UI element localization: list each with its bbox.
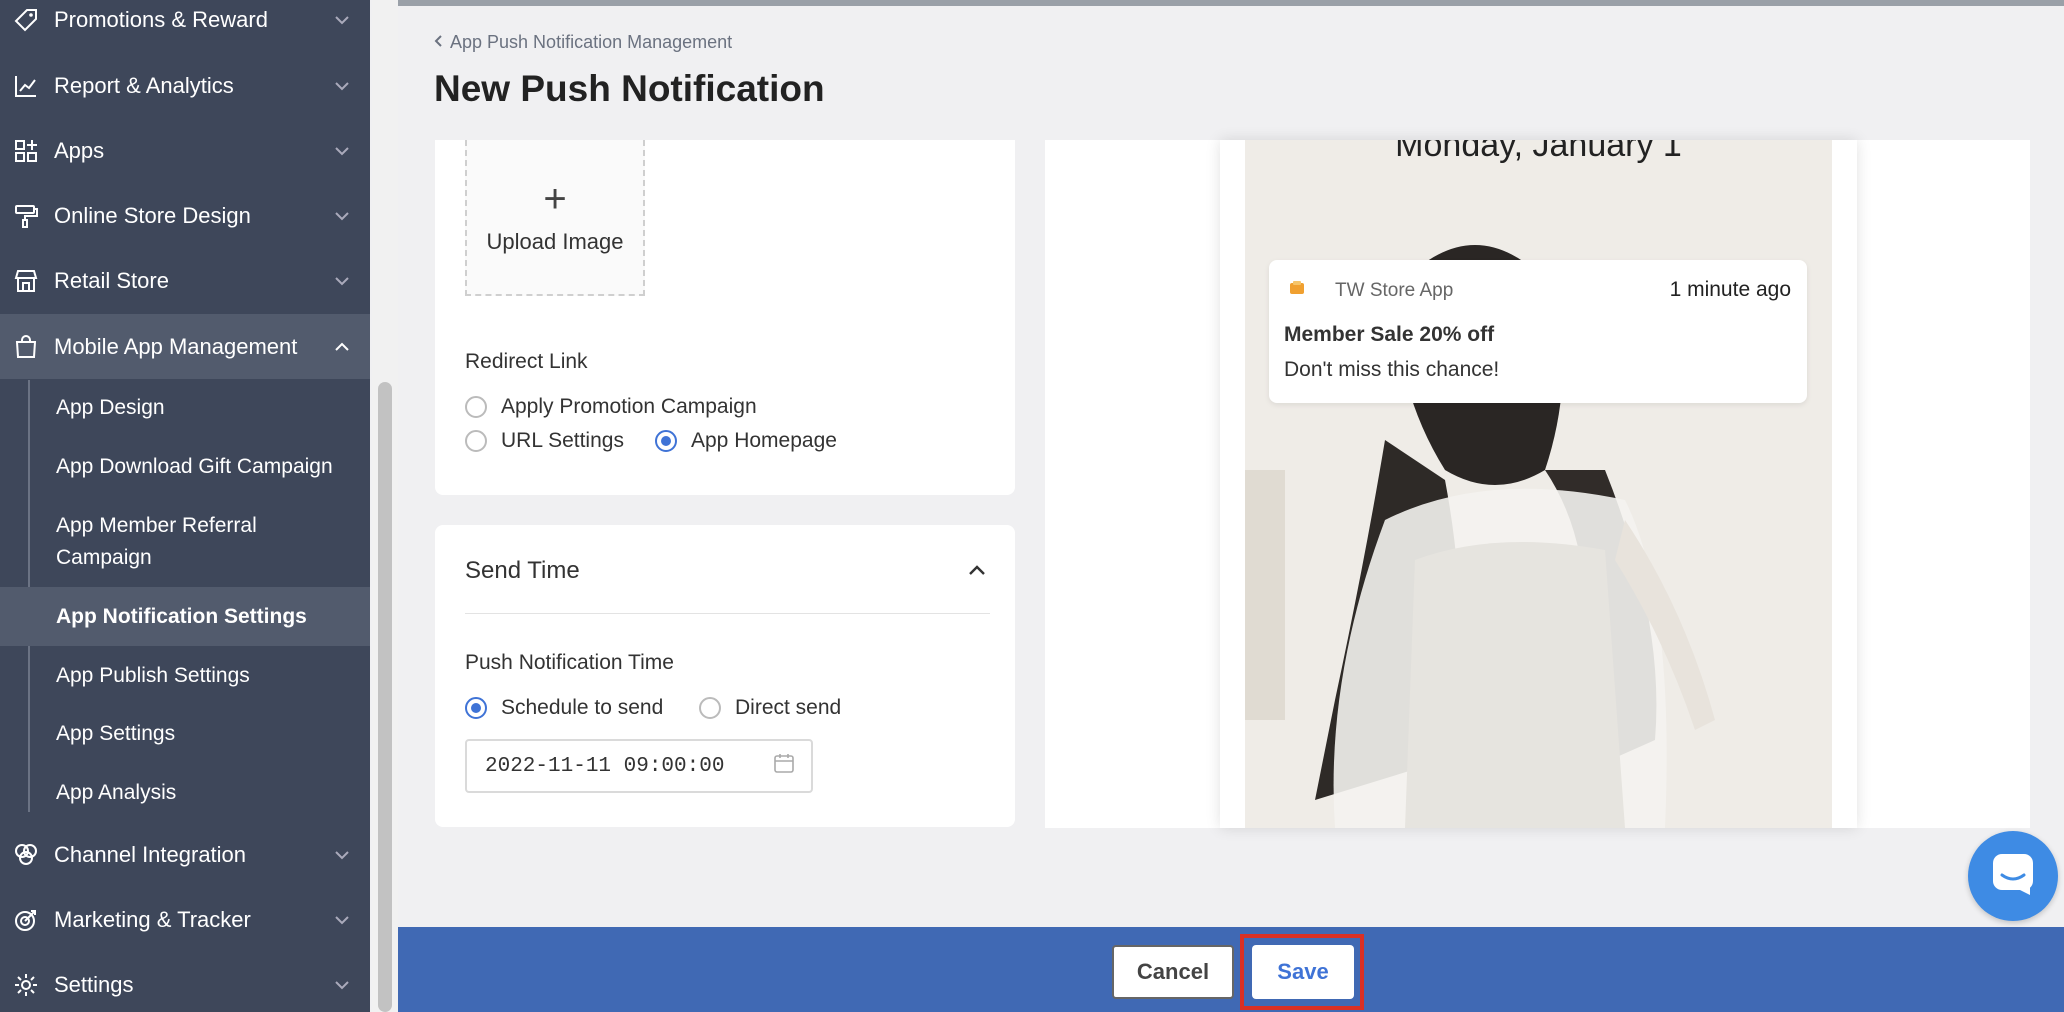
- sidebar-item-label: Online Store Design: [54, 203, 251, 228]
- push-notification-card: TW Store App 1 minute ago Member Sale 20…: [1269, 260, 1807, 403]
- sidebar-item-mobile-app-management[interactable]: Mobile App Management: [0, 314, 370, 379]
- notification-title: Member Sale 20% off: [1284, 323, 1495, 346]
- radio-label: Direct send: [735, 696, 842, 719]
- radio-label: Apply Promotion Campaign: [501, 395, 757, 418]
- sidebar-item-label: Retail Store: [54, 268, 169, 293]
- notification-app-name: TW Store App: [1335, 280, 1454, 301]
- radio-button[interactable]: [699, 697, 721, 719]
- redirect-link-label: Redirect Link: [465, 350, 588, 373]
- sidebar-subitem-app-analysis[interactable]: App Analysis: [0, 776, 370, 810]
- sidebar-subitem-campaign[interactable]: Campaign: [0, 542, 370, 574]
- breadcrumb[interactable]: App Push Notification Management: [434, 32, 732, 53]
- sidebar-item-channel-integration[interactable]: Channel Integration: [0, 823, 370, 887]
- sidebar-subitem-app-settings[interactable]: App Settings: [0, 717, 370, 751]
- datetime-input[interactable]: 2022-11-11 09:00:00: [465, 739, 813, 793]
- notification-preview-panel: Monday, January 1 TW Store App 1 minute …: [1045, 140, 2030, 828]
- radio-app-homepage[interactable]: App Homepage: [655, 429, 837, 453]
- lockscreen-date: Monday, January 1: [1395, 140, 1682, 164]
- sidebar-item-label: Marketing & Tracker: [54, 907, 251, 932]
- chat-support-button[interactable]: [1968, 831, 2058, 921]
- calendar-icon[interactable]: [773, 752, 795, 781]
- phone-mockup: Monday, January 1 TW Store App 1 minute …: [1220, 140, 1857, 828]
- radio-schedule-to-send[interactable]: Schedule to send: [465, 696, 663, 720]
- content-card: + Upload Image Redirect Link Apply Promo…: [435, 140, 1015, 495]
- divider: [465, 613, 990, 614]
- save-button[interactable]: Save: [1252, 945, 1354, 999]
- sidebar-item-label: Settings: [54, 972, 134, 997]
- sidebar-subitem-app-notification-settings[interactable]: App Notification Settings: [0, 587, 370, 646]
- chevron-down-icon: [332, 76, 352, 96]
- radio-direct-send[interactable]: Direct send: [699, 696, 841, 720]
- sidebar-item-report[interactable]: Report & Analytics: [0, 54, 370, 118]
- sidebar-item-label: Mobile App Management: [54, 333, 298, 359]
- upload-image-label: Upload Image: [486, 229, 624, 254]
- app-icon: [1289, 280, 1305, 296]
- plus-icon: +: [543, 177, 567, 221]
- apps-grid-icon: [12, 137, 40, 165]
- notification-body: Don't miss this chance!: [1284, 358, 1500, 381]
- sidebar-item-settings[interactable]: Settings: [0, 953, 370, 1012]
- upload-image-button[interactable]: + Upload Image: [465, 140, 645, 296]
- chat-icon: [1990, 851, 2036, 902]
- target-icon: [12, 906, 40, 934]
- sidebar: Promotions & Reward Report & Analytics A…: [0, 0, 370, 1012]
- datetime-value: 2022-11-11 09:00:00: [485, 754, 725, 778]
- radio-label: URL Settings: [501, 429, 624, 452]
- sidebar-item-label: Report & Analytics: [54, 73, 234, 98]
- chevron-up-icon[interactable]: [967, 563, 987, 583]
- radio-label: App Homepage: [691, 429, 837, 452]
- sidebar-item-label: Promotions & Reward: [54, 7, 268, 32]
- chevron-down-icon: [332, 271, 352, 291]
- radio-button[interactable]: [465, 396, 487, 418]
- shopping-bag-icon: [12, 333, 40, 361]
- chevron-down-icon: [332, 10, 352, 30]
- push-notification-time-label: Push Notification Time: [465, 651, 674, 674]
- chevron-left-icon: [434, 32, 444, 53]
- send-time-title: Send Time: [465, 557, 580, 584]
- chevron-down-icon: [332, 141, 352, 161]
- radio-button-selected[interactable]: [465, 697, 487, 719]
- channels-icon: [12, 841, 40, 869]
- sidebar-subitem-app-design[interactable]: App Design: [0, 391, 370, 425]
- chart-icon: [12, 72, 40, 100]
- radio-url-settings[interactable]: URL Settings: [465, 429, 624, 453]
- sidebar-scrollbar-thumb[interactable]: [378, 382, 392, 1012]
- radio-label: Schedule to send: [501, 696, 664, 719]
- chevron-up-icon: [332, 337, 352, 357]
- radio-button[interactable]: [465, 430, 487, 452]
- sidebar-item-retail-store[interactable]: Retail Store: [0, 249, 370, 313]
- sidebar-subitem-app-publish-settings[interactable]: App Publish Settings: [0, 659, 370, 693]
- sidebar-item-marketing-tracker[interactable]: Marketing & Tracker: [0, 888, 370, 952]
- radio-apply-promotion-campaign[interactable]: Apply Promotion Campaign: [465, 395, 757, 419]
- chevron-down-icon: [332, 845, 352, 865]
- send-time-card: Send Time Push Notification Time Schedul…: [435, 525, 1015, 827]
- cancel-button[interactable]: Cancel: [1112, 945, 1234, 999]
- paint-roller-icon: [12, 202, 40, 230]
- sidebar-item-label: Apps: [54, 138, 105, 163]
- sidebar-item-promotions[interactable]: Promotions & Reward: [0, 0, 370, 52]
- notification-time: 1 minute ago: [1669, 278, 1791, 301]
- sidebar-subitem-app-member-referral[interactable]: App Member Referral: [0, 510, 370, 542]
- sidebar-item-online-store-design[interactable]: Online Store Design: [0, 184, 370, 248]
- chevron-down-icon: [332, 975, 352, 995]
- top-strip: [398, 0, 2064, 6]
- lockscreen-background-image: Monday, January 1 TW Store App 1 minute …: [1245, 140, 1832, 828]
- page-title: New Push Notification: [434, 68, 825, 109]
- sidebar-item-apps[interactable]: Apps: [0, 119, 370, 183]
- sidebar-item-label: Channel Integration: [54, 842, 247, 867]
- breadcrumb-link[interactable]: App Push Notification Management: [450, 32, 732, 53]
- radio-button-selected[interactable]: [655, 430, 677, 452]
- store-icon: [12, 267, 40, 295]
- chevron-down-icon: [332, 206, 352, 226]
- tag-icon: [12, 6, 40, 34]
- chevron-down-icon: [332, 910, 352, 930]
- gear-icon: [12, 971, 40, 999]
- sidebar-subitem-app-download-gift-campaign[interactable]: App Download Gift Campaign: [0, 450, 370, 484]
